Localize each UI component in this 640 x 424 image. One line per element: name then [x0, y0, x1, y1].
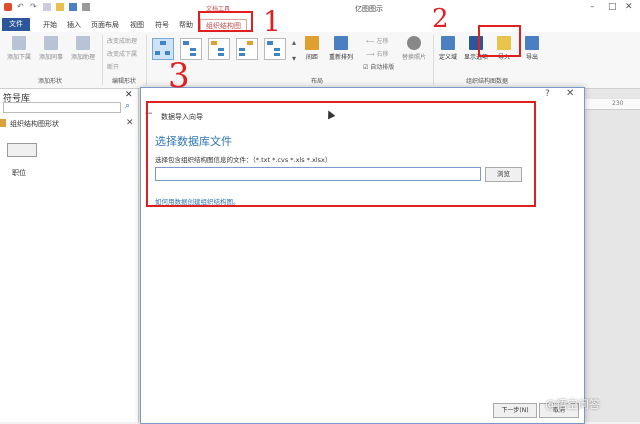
add-colleague-button[interactable]: 添加同事	[36, 36, 66, 61]
person-icon	[407, 36, 421, 50]
auto-layout-checkbox[interactable]: ☑ 自动排版	[363, 62, 394, 71]
group-label-layout: 布局	[311, 78, 324, 85]
symbol-search-input[interactable]	[3, 102, 121, 113]
disconnect-item[interactable]: 断开	[107, 62, 119, 71]
close-window-icon[interactable]: ✕	[625, 2, 633, 12]
add-subordinate-icon	[12, 36, 26, 50]
annotation-number-3: 3	[168, 56, 190, 96]
title-bar: ↶ ↷ 文档工具 亿图图示 – □ ✕	[0, 0, 640, 17]
tab-help[interactable]: 帮助	[174, 19, 198, 31]
annotation-number-2: 2	[432, 4, 449, 34]
search-icon[interactable]: ⌕	[125, 101, 130, 111]
layout-gallery-scroll-icon[interactable]: ▴	[292, 38, 296, 47]
highlight-box-import	[478, 25, 521, 57]
define-field-icon	[441, 36, 455, 50]
category-org-chart-shapes[interactable]: 组织结构图形状	[10, 119, 59, 129]
open-icon[interactable]	[56, 3, 64, 11]
help-icon[interactable]: ?	[545, 89, 550, 99]
app-logo-icon	[4, 3, 12, 11]
highlight-box-dialog	[146, 101, 536, 207]
new-file-icon[interactable]	[43, 3, 51, 11]
window-title: 亿图图示	[355, 5, 383, 13]
layout-gallery-more-icon[interactable]: ▾	[292, 54, 296, 63]
highlight-box-org-tab	[198, 11, 253, 32]
group-label-edit-shape: 编辑形状	[112, 78, 137, 85]
minimize-icon[interactable]: –	[590, 2, 595, 12]
group-label-add-shape: 添加形状	[38, 78, 63, 85]
tab-insert[interactable]: 插入	[62, 19, 86, 31]
tab-page-layout[interactable]: 页面布局	[86, 19, 124, 31]
annotation-number-1: 1	[263, 5, 281, 38]
save-icon[interactable]	[69, 3, 77, 11]
group-separator	[102, 35, 103, 85]
tab-view[interactable]: 视图	[125, 19, 149, 31]
tab-file[interactable]: 文件	[2, 18, 30, 31]
define-field-button[interactable]: 定义域	[436, 36, 460, 61]
position-shape-thumbnail[interactable]	[7, 143, 37, 157]
next-button[interactable]: 下一步(N)	[493, 403, 537, 418]
shape-name-position: 职位	[12, 169, 26, 177]
tab-home[interactable]: 开始	[38, 19, 62, 31]
print-icon[interactable]	[82, 3, 90, 11]
spacing-icon	[305, 36, 319, 50]
spacing-button[interactable]: 间距	[300, 36, 324, 61]
group-separator	[433, 35, 434, 85]
export-button[interactable]: 导出	[520, 36, 544, 61]
move-right-item[interactable]: ⟶ 右移	[366, 49, 389, 58]
ribbon: 添加下属 添加同事 添加助理 添加形状 改变成助理 改变成下属 断开 编辑形状 …	[0, 32, 640, 89]
replace-photo-button[interactable]: 替换照片	[398, 36, 430, 61]
add-colleague-icon	[44, 36, 58, 50]
maximize-icon[interactable]: □	[608, 2, 617, 12]
redo-icon[interactable]: ↷	[30, 3, 38, 11]
add-assistant-button[interactable]: 添加助理	[68, 36, 98, 61]
ribbon-tabs: 文件 开始 插入 页面布局 视图 符号 帮助 组织结构图	[0, 17, 640, 33]
layout-style-3-button[interactable]	[208, 38, 230, 60]
rearrange-icon	[334, 36, 348, 50]
group-separator	[146, 35, 147, 85]
add-subordinate-button[interactable]: 添加下属	[4, 36, 34, 61]
export-icon	[525, 36, 539, 50]
close-category-icon[interactable]: ✕	[126, 118, 134, 128]
close-dialog-icon[interactable]: ✕	[566, 88, 574, 99]
move-left-item[interactable]: ⟵ 左移	[366, 36, 389, 45]
watermark: @悟空问答	[545, 398, 600, 411]
group-label-org-data: 组织结构图数据	[466, 78, 509, 85]
folder-icon	[0, 119, 6, 127]
quick-access-toolbar: ↶ ↷	[4, 3, 90, 11]
tab-symbols[interactable]: 符号	[150, 19, 174, 31]
add-assistant-icon	[76, 36, 90, 50]
symbol-library-panel: 符号库 ✕ ⌕ 组织结构图形状 ✕ 职位	[0, 89, 139, 422]
change-to-assistant-item[interactable]: 改变成助理	[107, 36, 137, 45]
layout-style-4-button[interactable]	[236, 38, 258, 60]
undo-icon[interactable]: ↶	[17, 3, 25, 11]
layout-style-5-button[interactable]	[264, 38, 286, 60]
change-to-subordinate-item[interactable]: 改变成下属	[107, 49, 137, 58]
close-panel-icon[interactable]: ✕	[125, 90, 133, 100]
rearrange-button[interactable]: 重新排列	[325, 36, 357, 61]
